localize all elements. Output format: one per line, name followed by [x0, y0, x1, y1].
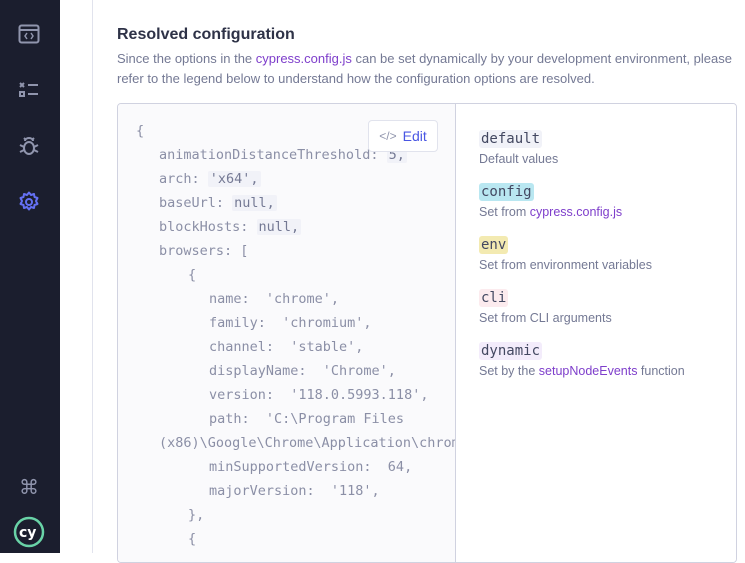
legend-tag: default	[479, 130, 543, 148]
config-value: null,	[232, 195, 277, 211]
resolved-config-panel: {animationDistanceThreshold: 5, arch: 'x6…	[117, 103, 737, 563]
legend-item-config: config Set from cypress.config.js	[479, 183, 736, 219]
legend-text: function	[637, 364, 685, 378]
nav-settings[interactable]	[15, 188, 43, 216]
config-value: null,	[256, 219, 302, 235]
legend-tag: cli	[479, 289, 509, 307]
test-list-icon	[19, 82, 38, 97]
legend-tag: env	[479, 236, 509, 254]
legend-description: Set from CLI arguments	[479, 311, 736, 325]
code-line: },	[188, 507, 205, 523]
config-value: 'x64',	[207, 171, 261, 187]
code-line: {	[136, 123, 145, 139]
svg-text:cy: cy	[19, 525, 36, 541]
legend-description: Set from cypress.config.js	[479, 205, 736, 219]
legend-link[interactable]: setupNodeEvents	[539, 364, 638, 378]
legend-link[interactable]: cypress.config.js	[530, 205, 622, 219]
legend-item-dynamic: dynamic Set by the setupNodeEvents functi…	[479, 342, 736, 378]
code-line: displayName: 'Chrome',	[209, 363, 396, 379]
config-legend: default Default values config Set from cypr…	[456, 104, 736, 562]
cypress-logo[interactable]: cy	[12, 515, 46, 549]
code-icon: </>	[379, 129, 397, 143]
legend-item-env: env Set from environment variables	[479, 236, 736, 272]
keyboard-shortcuts-button[interactable]: ⌘	[15, 473, 43, 501]
legend-text: Set from environment variables	[479, 258, 652, 272]
legend-text: Set by the	[479, 364, 539, 378]
legend-text: Default values	[479, 152, 559, 166]
legend-description: Set by the setupNodeEvents function	[479, 364, 736, 378]
nav-specs[interactable]	[15, 20, 43, 48]
settings-content: Resolved configuration Since the options…	[60, 0, 745, 563]
config-key: arch:	[159, 171, 208, 187]
code-line: arch: 'x64',	[159, 168, 261, 190]
code-line: browsers: [	[159, 243, 249, 259]
code-line: {	[188, 531, 197, 547]
command-icon: ⌘	[19, 475, 39, 499]
legend-tag: config	[479, 183, 534, 201]
legend-item-cli: cli Set from CLI arguments	[479, 289, 736, 325]
gear-icon	[19, 191, 39, 211]
code-line: path: 'C:\Program Files	[209, 411, 405, 427]
code-line: channel: 'stable',	[209, 339, 364, 355]
code-line: majorVersion: '118',	[209, 483, 380, 499]
legend-description: Set from environment variables	[479, 258, 736, 272]
config-code-viewer: {animationDistanceThreshold: 5, arch: 'x6…	[118, 104, 456, 562]
code-line: minSupportedVersion: 64,	[209, 459, 413, 475]
sidebar: ⌘ cy	[0, 0, 60, 553]
config-key: animationDistanceThreshold:	[159, 147, 387, 163]
legend-text: Set from CLI arguments	[479, 311, 612, 325]
legend-text: Set from	[479, 205, 530, 219]
code-line: family: 'chromium',	[209, 315, 372, 331]
nav-debug[interactable]	[15, 132, 43, 160]
legend-tag: dynamic	[479, 342, 543, 360]
section-description: Since the options in the cypress.config.…	[117, 49, 745, 89]
code-window-icon	[18, 24, 40, 44]
legend-item-default: default Default values	[479, 130, 736, 166]
code-line: baseUrl: null,	[159, 192, 277, 214]
code-line: name: 'chrome',	[209, 291, 340, 307]
section-title: Resolved configuration	[117, 26, 295, 43]
code-line: {	[188, 267, 197, 283]
nav-runs[interactable]	[15, 76, 43, 104]
edit-config-button[interactable]: </> Edit	[368, 120, 438, 152]
legend-description: Default values	[479, 152, 736, 166]
divider	[92, 0, 93, 553]
code-line: version: '118.0.5993.118',	[209, 387, 429, 403]
config-key: baseUrl:	[159, 195, 233, 211]
code-line: blockHosts: null,	[159, 216, 302, 238]
config-key: blockHosts:	[159, 219, 257, 235]
edit-label: Edit	[402, 128, 427, 144]
desc-text: Since the options in the	[117, 51, 256, 66]
cy-logo-icon: cy	[13, 516, 45, 548]
bug-icon	[19, 137, 39, 155]
code-line: (x86)\Google\Chrome\Application\chrome.e…	[159, 435, 455, 451]
config-file-link[interactable]: cypress.config.js	[256, 51, 352, 66]
